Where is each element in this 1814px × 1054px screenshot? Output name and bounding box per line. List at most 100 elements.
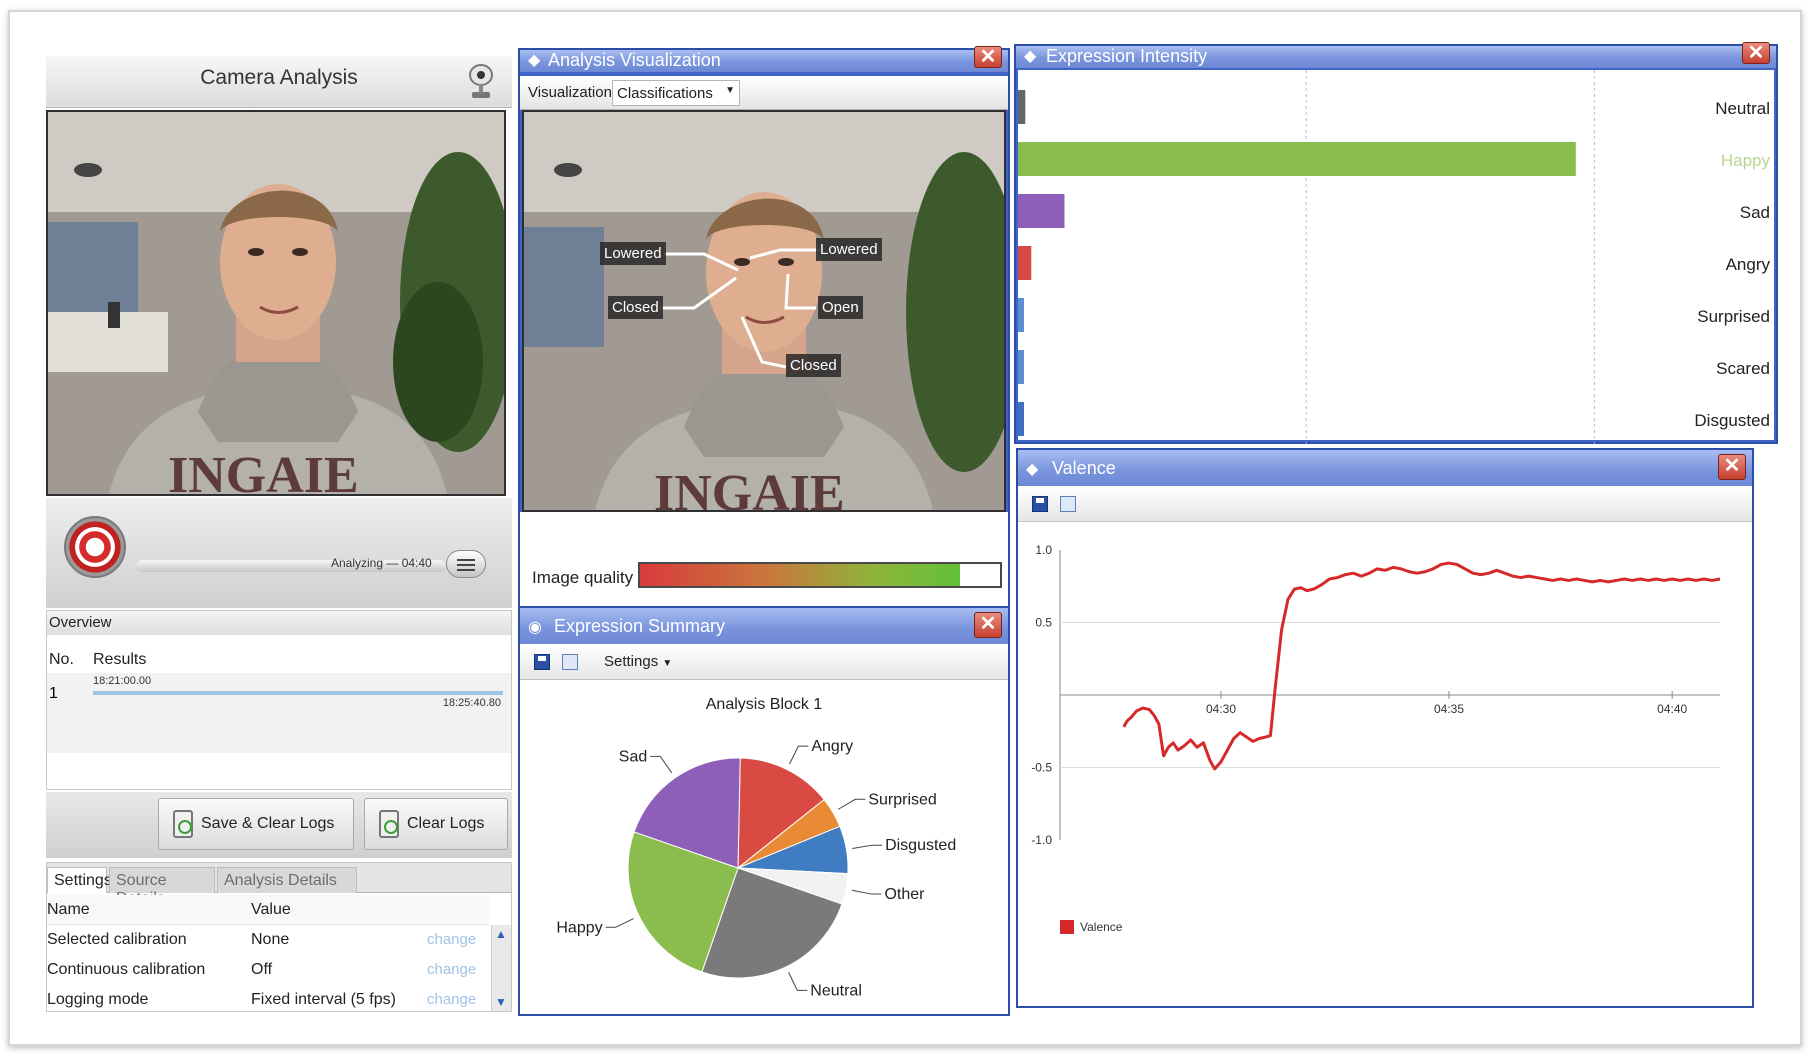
expression-summary-titlebar[interactable]: ◉ Expression Summary [520, 608, 1008, 644]
settings-tabs: Settings Source Details Analysis Details [47, 863, 511, 907]
expression-summary-title: Expression Summary [554, 616, 726, 636]
pie-label-happy: Happy [556, 919, 602, 936]
analyzing-status: Analyzing — 04:40 [331, 556, 432, 570]
list-view-icon[interactable] [446, 550, 486, 578]
save-icon-wrap[interactable] [534, 653, 550, 671]
valence-line-chart: 1.0 0.5 -0.5 -1.0 04:30 04:35 04:40 [1031, 543, 1721, 847]
expression-intensity-body: Neutral Happy Sad Angry Surprised Scared Disgu… [1018, 70, 1774, 444]
valence-x-tick-label: 04:40 [1657, 702, 1687, 716]
overview-panel: Overview No. Results 1 18:21:00.00 18:25… [46, 610, 512, 790]
visualization-video: INGAIE Lowered Lowered Closed Open Close… [522, 110, 1006, 512]
intensity-bar-surprised [1018, 298, 1024, 332]
webcam-icon[interactable] [464, 62, 498, 102]
overview-result-row[interactable]: 1 18:21:00.00 18:25:40.80 [47, 673, 511, 753]
window-icon: ◆ [528, 52, 541, 69]
pie-label-neutral: Neutral [810, 982, 862, 999]
tab-settings[interactable]: Settings [47, 867, 112, 893]
intensity-label-sad: Sad [1740, 203, 1770, 222]
intensity-label-neutral: Neutral [1715, 99, 1770, 118]
classification-dropdown[interactable]: Classifications ▼ [612, 80, 740, 106]
column-results: Results [93, 651, 147, 668]
setting-name: Continuous calibration [47, 961, 206, 978]
intensity-label-happy: Happy [1721, 151, 1771, 170]
chevron-down-icon: ▼ [662, 658, 673, 669]
valence-legend-swatch [1060, 920, 1074, 934]
recycle-bin-icon [173, 810, 193, 838]
record-button[interactable] [64, 516, 126, 578]
intensity-label-scared: Scared [1716, 359, 1770, 378]
change-link[interactable]: change [427, 931, 476, 948]
camera-video-feed: INGAIE [46, 110, 506, 496]
settings-row[interactable]: Continuous calibration Off change [47, 955, 489, 985]
svg-text:INGAIE: INGAIE [654, 465, 845, 512]
pie-label-disgusted: Disgusted [885, 837, 956, 854]
intensity-label-surprised: Surprised [1697, 307, 1770, 326]
change-link[interactable]: change [427, 961, 476, 978]
pie-label-other: Other [884, 886, 925, 903]
scroll-up-icon[interactable]: ▲ [495, 927, 507, 941]
close-icon[interactable]: ✕ [974, 46, 1002, 68]
settings-row[interactable]: Selected calibration None change [47, 925, 489, 955]
save-clear-logs-label: Save & Clear Logs [201, 815, 335, 832]
settings-row[interactable]: Logging mode Fixed interval (5 fps) chan… [47, 985, 489, 1011]
clear-logs-button[interactable]: Clear Logs [364, 798, 508, 850]
intensity-bar-happy [1018, 142, 1576, 176]
expression-summary-body: Analysis Block 1 Angry Surprised Disgusted… [520, 680, 1008, 1014]
camera-analysis-header: Camera Analysis [46, 56, 512, 108]
column-name: Name [47, 901, 90, 918]
row-number: 1 [49, 685, 58, 702]
tab-source-details[interactable]: Source Details [109, 867, 215, 907]
settings-table-header: Name Value [47, 895, 489, 925]
analysis-visualization-title: Analysis Visualization [548, 50, 721, 70]
image-quality-remainder [960, 564, 1000, 586]
visualization-toolbar: Visualization Classifications ▼ [520, 76, 1008, 110]
right-brow-label: Lowered [816, 238, 882, 261]
pie-label-leader [851, 889, 882, 895]
settings-scrollbar[interactable]: ▲ ▼ [491, 925, 511, 1011]
valence-titlebar[interactable]: ◆ Valence [1018, 450, 1752, 486]
expression-pie-chart: Angry Surprised Disgusted Other Neutral Happy… [556, 738, 956, 999]
intensity-bar-sad [1018, 194, 1065, 228]
valence-y-tick-label: -1.0 [1031, 833, 1052, 847]
setting-name: Logging mode [47, 991, 149, 1008]
overview-table-header: No. Results [47, 645, 511, 671]
clear-logs-label: Clear Logs [407, 815, 485, 832]
setting-value: Off [251, 961, 273, 978]
valence-title: Valence [1052, 458, 1116, 478]
analysis-visualization-window: ◆ Analysis Visualization ✕ Visualization… [518, 46, 1010, 608]
save-clear-logs-button[interactable]: Save & Clear Logs [158, 798, 354, 850]
save-icon[interactable] [534, 654, 550, 671]
analysis-visualization-titlebar[interactable]: ◆ Analysis Visualization [520, 50, 1008, 72]
left-brow-label: Lowered [600, 242, 666, 265]
visualization-label: Visualization [528, 84, 612, 101]
pie-label-leader [605, 918, 634, 928]
expression-intensity-titlebar[interactable]: ◆ Expression Intensity [1016, 46, 1776, 68]
copy-icon-wrap[interactable] [554, 653, 578, 671]
window-icon: ◆ [1026, 461, 1039, 478]
visualization-frame-image: INGAIE [524, 112, 1004, 512]
timeline-bar[interactable] [93, 691, 503, 695]
save-icon-wrap[interactable] [1032, 495, 1048, 513]
copy-icon-wrap[interactable] [1052, 495, 1076, 513]
mouth-label: Closed [786, 354, 841, 377]
setting-name: Selected calibration [47, 931, 187, 948]
camera-frame-image: INGAIE [48, 112, 504, 494]
log-toolbar: Save & Clear Logs Clear Logs [46, 792, 512, 858]
tab-analysis-details[interactable]: Analysis Details [217, 867, 357, 893]
valence-body: 1.0 0.5 -0.5 -1.0 04:30 04:35 04:40 Valence [1018, 522, 1752, 1006]
settings-dropdown[interactable]: Settings ▼ [604, 653, 672, 670]
chevron-down-icon: ▼ [725, 85, 735, 96]
save-icon[interactable] [1032, 495, 1048, 512]
close-icon[interactable]: ✕ [1742, 42, 1770, 64]
close-icon[interactable]: ✕ [1718, 454, 1746, 480]
valence-window: ◆ Valence ✕ 1.0 0.5 -0.5 -1.0 04:30 04:35 04:4… [1016, 448, 1754, 1008]
change-link[interactable]: change [427, 991, 476, 1008]
pie-label-leader [788, 972, 808, 991]
expression-summary-window: ◉ Expression Summary ✕ Settings ▼ Analys… [518, 606, 1010, 1016]
copy-icon[interactable] [1060, 495, 1076, 512]
copy-icon[interactable] [562, 654, 578, 671]
scroll-down-icon[interactable]: ▼ [495, 995, 507, 1009]
setting-value: None [251, 931, 290, 948]
camera-analysis-title: Camera Analysis [200, 66, 358, 89]
close-icon[interactable]: ✕ [974, 612, 1002, 638]
